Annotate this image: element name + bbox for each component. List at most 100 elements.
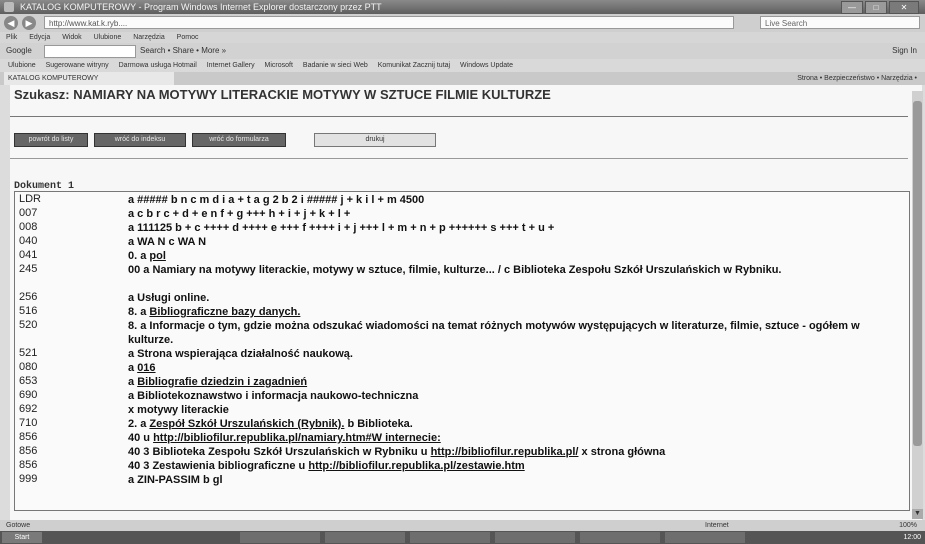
menu-tools[interactable]: Narzędzia [133, 34, 165, 41]
marc-value: 00 a Namiary na motywy literackie, motyw… [128, 263, 898, 277]
back-button[interactable]: ◀ [4, 16, 18, 30]
marc-tag: 040 [19, 235, 38, 247]
marc-tag: 008 [19, 221, 38, 233]
record-text: a c b r c + d + e n f + g +++ h + i + j … [128, 208, 351, 220]
marc-value: a WA N c WA N [128, 235, 898, 249]
marc-value: a Strona wspierająca działalność naukową… [128, 347, 898, 361]
page-title: Szukasz: NAMIARY NA MOTYWY LITERACKIE MO… [14, 87, 551, 102]
window-title: KATALOG KOMPUTEROWY - Program Windows In… [20, 2, 382, 12]
google-brand: Google [6, 46, 32, 55]
menu-file[interactable]: Plik [6, 34, 17, 41]
marc-value: 8. a Bibliograficzne bazy danych. [128, 305, 898, 319]
menu-favorites[interactable]: Ulubione [94, 34, 122, 41]
record-link[interactable]: http://bibliofilur.republika.pl/zestawie… [308, 460, 524, 472]
record-link[interactable]: http://bibliofilur.republika.pl/ [431, 446, 579, 458]
taskbar: Start 12:00 [0, 531, 925, 544]
marc-record-table: LDR a ##### b n c m d i a + t a g 2 b 2 i… [14, 191, 910, 511]
divider [10, 158, 908, 159]
favorites-item[interactable]: Microsoft [265, 62, 293, 69]
marc-tag: 516 [19, 305, 38, 317]
status-bar: Gotowe Internet 100% [0, 520, 925, 531]
marc-value: a Bibliotekoznawstwo i informacja naukow… [128, 389, 898, 403]
marc-value: 0. a pol [128, 249, 898, 263]
record-link[interactable]: Bibliografie dziedzin i zagadnień [137, 376, 307, 388]
address-toolbar: ◀ ▶ http://www.kat.k.ryb.... Live Search [0, 14, 925, 32]
command-bar[interactable]: Strona • Bezpieczeństwo • Narzędzia • [797, 72, 917, 85]
record-text: a WA N c WA N [128, 236, 207, 248]
marc-value: a Bibliografie dziedzin i zagadnień [128, 375, 898, 389]
maximize-button[interactable]: □ [865, 1, 887, 14]
record-link[interactable]: Zespół Szkół Urszulańskich (Rybnik). [149, 418, 344, 430]
taskbar-clock: 12:00 [903, 534, 921, 541]
favorites-item[interactable]: Windows Update [460, 62, 513, 69]
favorites-item[interactable]: Komunikat Zacznij tutaj [378, 62, 450, 69]
record-text: a Usługi online. [128, 292, 210, 304]
taskbar-item[interactable] [240, 532, 320, 543]
start-button[interactable]: Start [2, 532, 42, 543]
marc-value: 40 u http://bibliofilur.republika.pl/nam… [128, 431, 898, 445]
close-button[interactable]: ✕ [889, 1, 919, 14]
marc-value: x motywy literackie [128, 403, 898, 417]
marc-tag: 690 [19, 389, 38, 401]
record-text: 2. a [128, 418, 150, 430]
record-link[interactable]: Bibliograficzne bazy danych. [149, 306, 300, 318]
marc-tag: 692 [19, 403, 38, 415]
menu-edit[interactable]: Edycja [29, 34, 50, 41]
record-text: 00 a Namiary na motywy literackie, motyw… [128, 264, 782, 276]
marc-value: 40 3 Zestawienia bibliograficzne u http:… [128, 459, 898, 473]
scrollbar-thumb[interactable] [913, 101, 922, 446]
record-text: x strona główna [578, 446, 666, 458]
back-to-list-button[interactable]: powrót do listy [14, 133, 88, 147]
back-to-form-button[interactable]: wróć do formularza [192, 133, 286, 147]
google-toolbar-items[interactable]: Search • Share • More » [140, 43, 226, 59]
page-content: Szukasz: NAMIARY NA MOTYWY LITERACKIE MO… [10, 85, 922, 520]
record-text: a Bibliotekoznawstwo i informacja naukow… [128, 390, 419, 402]
record-link[interactable]: pol [149, 250, 166, 262]
marc-tag: 653 [19, 375, 38, 387]
taskbar-item[interactable] [665, 532, 745, 543]
google-signin[interactable]: Sign In [892, 43, 917, 59]
favorites-item[interactable]: Sugerowane witryny [46, 62, 109, 69]
window-controls: — □ ✕ [841, 1, 919, 14]
ie-logo-icon [4, 2, 14, 12]
search-input[interactable]: Live Search [760, 16, 920, 29]
marc-tag: 041 [19, 249, 38, 261]
minimize-button[interactable]: — [841, 1, 863, 14]
record-link[interactable]: http://bibliofilur.republika.pl/namiary.… [153, 432, 441, 444]
address-input[interactable]: http://www.kat.k.ryb.... [44, 16, 734, 29]
favorites-item[interactable]: Darmowa usługa Hotmail [119, 62, 197, 69]
tab-katalog[interactable]: KATALOG KOMPUTEROWY [4, 72, 174, 85]
record-text: x motywy literackie [128, 404, 229, 416]
favorites-bar: Ulubione Sugerowane witryny Darmowa usłu… [0, 59, 925, 72]
favorites-item[interactable]: Internet Gallery [207, 62, 255, 69]
favorites-item[interactable]: Ulubione [8, 62, 36, 69]
record-text: 40 3 Biblioteka Zespołu Szkół Urszulańsk… [128, 446, 431, 458]
forward-button[interactable]: ▶ [22, 16, 36, 30]
record-text: 40 u [128, 432, 154, 444]
marc-value: 40 3 Biblioteka Zespołu Szkół Urszulańsk… [128, 445, 898, 459]
menu-view[interactable]: Widok [62, 34, 81, 41]
print-button[interactable]: drukuj [314, 133, 436, 147]
marc-value: a 111125 b + c ++++ d ++++ e +++ f ++++ … [128, 221, 898, 235]
marc-tag: 710 [19, 417, 38, 429]
menu-help[interactable]: Pomoc [177, 34, 199, 41]
marc-value: a ##### b n c m d i a + t a g 2 b 2 i ##… [128, 193, 898, 207]
record-text: a Strona wspierająca działalność naukową… [128, 348, 353, 360]
record-link[interactable]: 016 [137, 362, 155, 374]
record-text: a ZIN-PASSIM b gl [128, 474, 223, 486]
zoom-level[interactable]: 100% [899, 520, 917, 531]
taskbar-item[interactable] [580, 532, 660, 543]
marc-tag: 856 [19, 459, 38, 471]
back-to-index-button[interactable]: wróć do indeksu [94, 133, 186, 147]
marc-value: a c b r c + d + e n f + g +++ h + i + j … [128, 207, 898, 221]
marc-value: a Usługi online. [128, 291, 898, 305]
google-search-input[interactable] [44, 45, 136, 58]
taskbar-item[interactable] [410, 532, 490, 543]
scroll-down-button[interactable]: ▼ [912, 509, 923, 519]
marc-tag: 999 [19, 473, 38, 485]
taskbar-item[interactable] [495, 532, 575, 543]
taskbar-item[interactable] [325, 532, 405, 543]
marc-tag: 856 [19, 431, 38, 443]
favorites-item[interactable]: Badanie w sieci Web [303, 62, 368, 69]
marc-value: 2. a Zespół Szkół Urszulańskich (Rybnik)… [128, 417, 898, 431]
